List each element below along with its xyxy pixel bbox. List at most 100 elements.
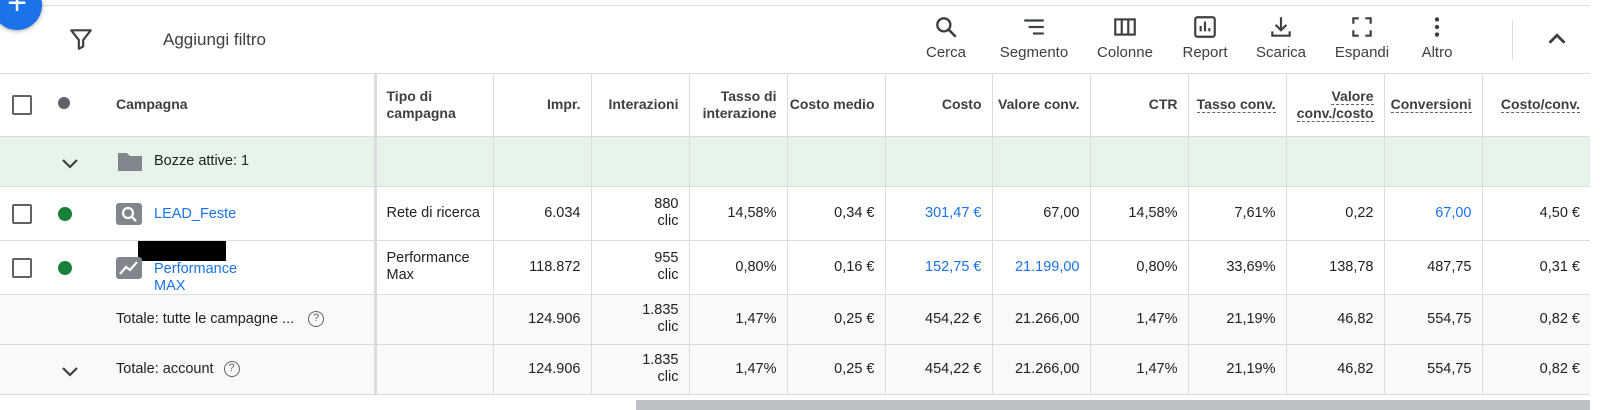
column-header-impr[interactable]: Impr. — [493, 74, 592, 137]
table-row[interactable]: Performance MAX Performance Max 118.872 95… — [0, 240, 1590, 295]
column-header-avg-cost[interactable]: Costo medio — [787, 74, 886, 137]
interactions-unit: clic — [657, 267, 679, 283]
conv-value-value: 67,00 — [992, 186, 1091, 241]
drafts-row[interactable]: Bozze attive: 1 — [0, 136, 1590, 187]
row-checkbox[interactable] — [12, 203, 32, 224]
cost-per-conv-header-label: Costo/conv. — [1500, 96, 1580, 114]
campaign-name-line2: MAX — [154, 277, 186, 294]
report-icon — [1194, 16, 1216, 38]
cost-total: 454,22 € — [885, 344, 993, 395]
chevron-down-icon[interactable] — [58, 359, 82, 383]
search-tool-button[interactable]: Cerca — [916, 14, 976, 61]
columns-icon — [1114, 18, 1136, 36]
help-icon[interactable]: ? — [223, 360, 240, 377]
conv-rate-value: 33,69% — [1188, 240, 1287, 295]
interactions-value: 955 — [654, 250, 679, 266]
cost-per-conv-total: 0,82 € — [1482, 344, 1590, 395]
column-header-conv-rate[interactable]: Tasso conv. — [1188, 74, 1287, 137]
column-header-value-per-cost[interactable]: Valore conv./costo — [1286, 74, 1385, 137]
conversions-link[interactable]: 67,00 — [1384, 186, 1483, 241]
folder-icon — [118, 152, 142, 171]
interactions-total-cell: 1.835 clic — [591, 344, 690, 395]
campaign-link[interactable]: LEAD_Feste — [154, 206, 236, 222]
status-enabled-dot-icon[interactable] — [58, 260, 72, 275]
interactions-total-value: 1.835 — [642, 352, 679, 368]
cost-per-conv-value: 0,31 € — [1482, 240, 1590, 295]
filter-icon[interactable] — [68, 26, 94, 52]
interaction-rate-total: 1,47% — [689, 294, 788, 345]
avg-cost-value: 0,34 € — [787, 186, 886, 241]
report-tool-label: Report — [1182, 44, 1228, 61]
search-campaign-icon — [116, 202, 142, 225]
status-column-dot-icon — [58, 97, 70, 109]
row-checkbox[interactable] — [12, 257, 32, 278]
impr-total: 124.906 — [493, 344, 592, 395]
columns-tool-button[interactable]: Colonne — [1090, 14, 1160, 61]
ctr-value: 0,80% — [1090, 240, 1189, 295]
ctr-total: 1,47% — [1090, 344, 1189, 395]
table-toolbar: Aggiungi filtro Cerca Segmento Colonne R… — [0, 6, 1590, 74]
cost-total: 454,22 € — [885, 294, 993, 345]
cost-link[interactable]: 152,75 € — [885, 240, 993, 295]
search-icon — [936, 17, 957, 38]
cost-per-conv-value: 4,50 € — [1482, 186, 1590, 241]
interactions-cell: 955 clic — [591, 240, 690, 295]
value-per-cost-header-label: Valore conv./costo — [1296, 87, 1374, 122]
report-tool-button[interactable]: Report — [1175, 14, 1235, 61]
column-header-cost-per-conv[interactable]: Costo/conv. — [1482, 74, 1590, 137]
column-header-ctr[interactable]: CTR — [1090, 74, 1189, 137]
conv-value-link[interactable]: 21.199,00 — [992, 240, 1091, 295]
column-header-interaction-rate[interactable]: Tasso di interazione — [689, 74, 788, 137]
value-per-cost-total: 46,82 — [1286, 344, 1385, 395]
cost-per-conv-total: 0,82 € — [1482, 294, 1590, 345]
campaign-type: Rete di ricerca — [375, 186, 494, 241]
campaign-header-label: Campagna — [116, 96, 188, 112]
column-header-conversions[interactable]: Conversioni — [1384, 74, 1483, 137]
segment-icon — [1024, 19, 1044, 35]
columns-tool-label: Colonne — [1097, 44, 1153, 61]
drafts-label: Bozze attive: 1 — [154, 152, 250, 169]
expand-tool-button[interactable]: Espandi — [1327, 14, 1397, 61]
more-tool-button[interactable]: Altro — [1412, 14, 1462, 61]
interactions-total-unit: clic — [657, 369, 679, 385]
status-enabled-dot-icon[interactable] — [58, 206, 72, 221]
interaction-rate-value: 14,58% — [689, 186, 788, 241]
conv-rate-total: 21,19% — [1188, 294, 1287, 345]
cost-link[interactable]: 301,47 € — [885, 186, 993, 241]
segment-tool-button[interactable]: Segmento — [994, 14, 1074, 61]
header-row: Campagna Tipo di campagna Impr. Interazi… — [0, 74, 1590, 137]
conversions-header-label: Conversioni — [1390, 96, 1472, 114]
conv-rate-total: 21,19% — [1188, 344, 1287, 395]
download-icon — [1271, 17, 1291, 37]
campaign-type-line2: Max — [386, 267, 414, 283]
help-icon[interactable]: ? — [308, 311, 325, 328]
interactions-cell: 880 clic — [591, 186, 690, 241]
conv-rate-header-label: Tasso conv. — [1196, 96, 1276, 114]
column-header-conv-value[interactable]: Valore conv. — [992, 74, 1091, 137]
table-row[interactable]: LEAD_Feste Rete di ricerca 6.034 880 clic… — [0, 186, 1590, 241]
conv-value-total: 21.266,00 — [992, 294, 1091, 345]
total-label: Totale: tutte le campagne ... — [116, 310, 295, 327]
horizontal-scrollbar[interactable] — [636, 400, 1590, 410]
column-header-type[interactable]: Tipo di campagna — [375, 74, 494, 137]
chevron-down-icon[interactable] — [58, 151, 82, 175]
chevron-up-icon[interactable] — [1542, 24, 1572, 54]
column-header-campaign[interactable]: Campagna — [40, 74, 377, 137]
impr-total: 124.906 — [493, 294, 592, 345]
column-header-interactions[interactable]: Interazioni — [591, 74, 690, 137]
column-header-cost[interactable]: Costo — [885, 74, 993, 137]
value-per-cost-value: 138,78 — [1286, 240, 1385, 295]
avg-cost-value: 0,16 € — [787, 240, 886, 295]
total-row-all-campaigns: Totale: tutte le campagne ... ? 124.906 … — [0, 294, 1590, 345]
download-tool-button[interactable]: Scarica — [1251, 14, 1311, 61]
performance-max-icon — [116, 256, 142, 279]
more-icon — [1434, 17, 1440, 37]
interactions-unit: clic — [657, 213, 679, 229]
select-all-checkbox[interactable] — [12, 94, 32, 115]
value-per-cost-total: 46,82 — [1286, 294, 1385, 345]
interactions-total-unit: clic — [657, 319, 679, 335]
ctr-total: 1,47% — [1090, 294, 1189, 345]
conversions-value: 487,75 — [1384, 240, 1483, 295]
campaign-link[interactable]: Performance MAX — [154, 261, 237, 294]
add-filter-button[interactable]: Aggiungi filtro — [163, 30, 266, 50]
